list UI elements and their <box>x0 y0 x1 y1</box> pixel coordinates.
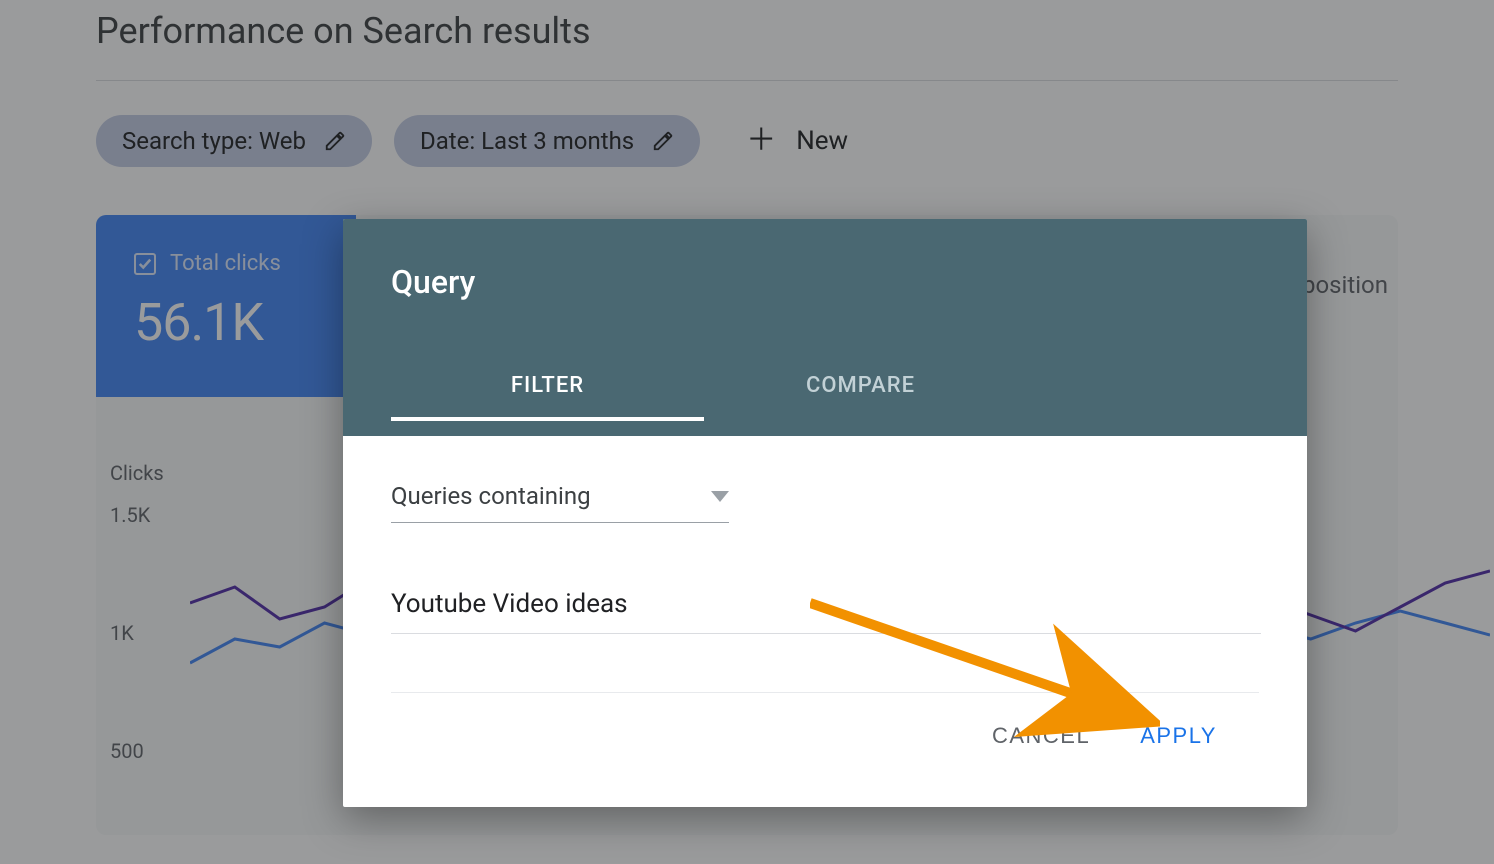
filter-type-select-label: Queries containing <box>391 482 591 510</box>
dialog-actions: CANCEL APPLY <box>391 693 1259 749</box>
query-input[interactable] <box>391 581 1261 634</box>
filter-type-select[interactable]: Queries containing <box>391 476 729 523</box>
dialog-header: Query FILTER COMPARE <box>343 219 1307 436</box>
dialog-title: Query <box>391 263 1259 301</box>
chevron-down-icon <box>711 491 729 502</box>
dialog-body: Queries containing CANCEL APPLY <box>343 436 1307 749</box>
tab-filter[interactable]: FILTER <box>391 353 704 420</box>
apply-button[interactable]: APPLY <box>1140 723 1217 749</box>
cancel-button[interactable]: CANCEL <box>992 723 1090 749</box>
dialog-tabs: FILTER COMPARE <box>391 353 1259 420</box>
query-filter-dialog: Query FILTER COMPARE Queries containing … <box>343 219 1307 807</box>
tab-compare[interactable]: COMPARE <box>704 353 1017 420</box>
